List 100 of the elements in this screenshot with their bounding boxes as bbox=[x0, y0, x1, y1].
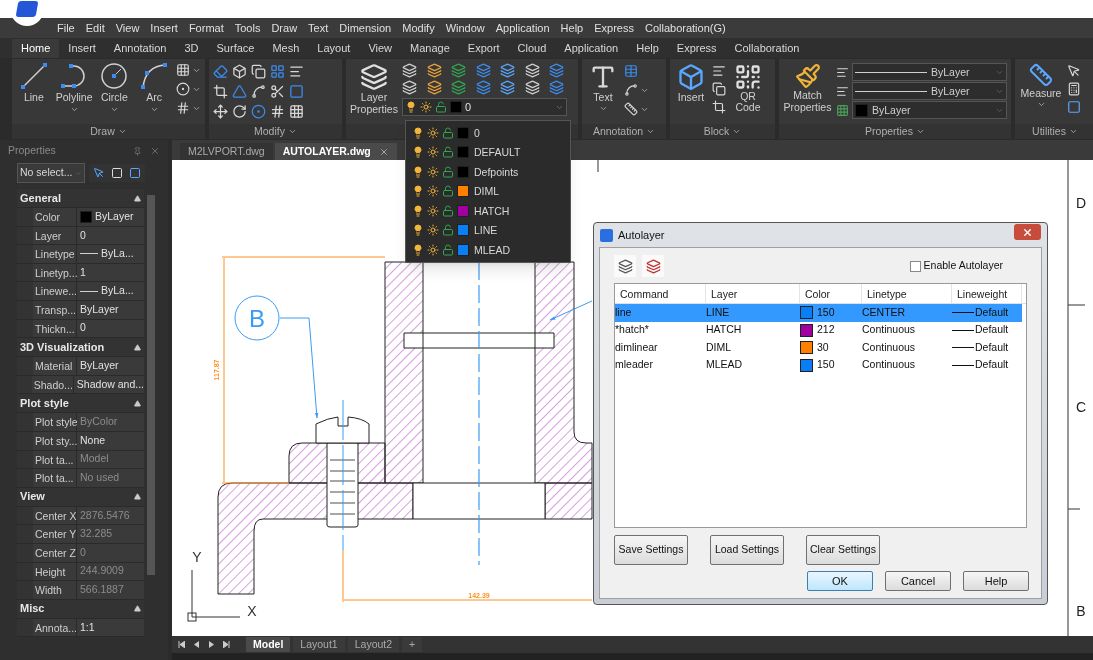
menu-item[interactable]: Application bbox=[495, 19, 550, 37]
bulb-icon[interactable] bbox=[412, 165, 424, 178]
hatch-icon[interactable] bbox=[176, 101, 190, 115]
layer-tool-icon[interactable] bbox=[451, 80, 467, 95]
draw-tool-button[interactable]: Arc bbox=[136, 61, 172, 115]
leader-icon[interactable] bbox=[624, 83, 638, 97]
menu-item[interactable]: Collaboration(G) bbox=[644, 19, 726, 37]
model-tab[interactable]: Model bbox=[246, 637, 291, 652]
square-icon[interactable] bbox=[1067, 100, 1081, 114]
column-header[interactable]: Color bbox=[800, 284, 862, 303]
next-page-icon[interactable] bbox=[208, 641, 215, 648]
select-icon[interactable] bbox=[93, 167, 105, 179]
menu-item[interactable]: Express bbox=[594, 19, 634, 37]
calculator-icon[interactable] bbox=[1067, 82, 1081, 96]
unlock-icon[interactable] bbox=[442, 126, 454, 139]
block-tool-icon[interactable] bbox=[712, 82, 726, 96]
bulb-icon[interactable] bbox=[412, 243, 424, 256]
panel-title[interactable]: Block bbox=[703, 126, 730, 137]
property-combo[interactable]: ByLayer bbox=[852, 82, 1007, 100]
menu-item[interactable]: Help bbox=[560, 19, 584, 37]
layer-option[interactable]: 0 bbox=[406, 123, 570, 143]
section-header[interactable]: Plot style bbox=[17, 394, 144, 414]
column-header[interactable]: Lineweight bbox=[952, 284, 1022, 303]
dialog-button[interactable]: Help bbox=[963, 571, 1029, 591]
first-page-icon[interactable] bbox=[178, 641, 185, 648]
crop-icon[interactable] bbox=[213, 84, 228, 99]
selection-dropdown[interactable]: No select... bbox=[17, 163, 85, 183]
measure-button[interactable]: Measure bbox=[1019, 61, 1063, 110]
menu-item[interactable]: File bbox=[57, 19, 75, 37]
ribbon-tab[interactable]: Layout bbox=[308, 39, 360, 58]
sun-icon[interactable] bbox=[427, 126, 439, 139]
settings-button[interactable]: Save Settings bbox=[614, 535, 688, 565]
add-layer-button[interactable] bbox=[614, 255, 636, 277]
layer-option[interactable]: DEFAULT bbox=[406, 142, 570, 162]
menu-item[interactable]: Window bbox=[445, 19, 485, 37]
target-icon[interactable] bbox=[251, 104, 266, 119]
menu-item[interactable]: Text bbox=[308, 19, 329, 37]
layer-option[interactable]: HATCH bbox=[406, 201, 570, 221]
menu-item[interactable]: View bbox=[115, 19, 140, 37]
move-icon[interactable] bbox=[213, 104, 228, 119]
dialog-button[interactable]: Cancel bbox=[885, 571, 951, 591]
unlock-icon[interactable] bbox=[442, 185, 454, 198]
draw-tool-button[interactable]: Polyline bbox=[55, 61, 93, 115]
copy-icon[interactable] bbox=[251, 64, 266, 79]
layer-tool-icon[interactable] bbox=[426, 80, 442, 95]
last-page-icon[interactable] bbox=[223, 641, 230, 648]
layer-tool-icon[interactable] bbox=[475, 63, 491, 78]
panel-title[interactable]: Draw bbox=[90, 126, 115, 137]
ribbon-tab[interactable]: Home bbox=[12, 39, 60, 58]
layer-tool-icon[interactable] bbox=[549, 63, 565, 78]
ribbon-tab[interactable]: Insert bbox=[59, 39, 105, 58]
menu-item[interactable]: Format bbox=[188, 19, 224, 37]
menu-item[interactable]: Draw bbox=[271, 19, 298, 37]
layer-tool-icon[interactable] bbox=[524, 63, 540, 78]
ribbon-tab[interactable]: Annotation bbox=[104, 39, 176, 58]
scrollbar[interactable] bbox=[147, 195, 155, 575]
bulb-icon[interactable] bbox=[412, 224, 424, 237]
window-select-icon[interactable] bbox=[111, 167, 123, 179]
triangle-icon[interactable] bbox=[232, 84, 247, 99]
section-header[interactable]: General bbox=[17, 189, 144, 208]
bulb-icon[interactable] bbox=[412, 126, 424, 139]
sun-icon[interactable] bbox=[427, 243, 439, 256]
close-icon[interactable] bbox=[378, 146, 389, 157]
table-row[interactable]: mleader MLEAD 150 Continuous Default bbox=[615, 356, 1022, 374]
menu-item[interactable]: Modify bbox=[402, 19, 435, 37]
layer-combo[interactable]: 0 bbox=[402, 98, 567, 116]
ribbon-tab[interactable]: View bbox=[359, 39, 402, 58]
quick-select-icon[interactable] bbox=[129, 167, 141, 179]
dot-grid-icon[interactable] bbox=[176, 63, 190, 77]
layout-tab[interactable]: Layout2 bbox=[347, 637, 400, 652]
menu-item[interactable]: Edit bbox=[85, 19, 105, 37]
layer-tool-icon[interactable] bbox=[402, 80, 417, 95]
draw-tool-button[interactable]: Line bbox=[16, 61, 52, 105]
sun-icon[interactable] bbox=[427, 224, 439, 237]
align-icon[interactable] bbox=[289, 64, 304, 79]
layer-properties-button[interactable]: Layer Properties bbox=[350, 61, 398, 115]
table-row[interactable]: dimlinear DIML 30 Continuous Default bbox=[615, 339, 1022, 357]
insert-block-button[interactable]: Insert bbox=[674, 61, 708, 105]
sun-icon[interactable] bbox=[427, 204, 439, 217]
unlock-icon[interactable] bbox=[435, 101, 447, 113]
settings-button[interactable]: Clear Settings bbox=[806, 535, 880, 565]
layer-option[interactable]: MLEAD bbox=[406, 240, 570, 260]
ribbon-tab[interactable]: Surface bbox=[207, 39, 264, 58]
layer-tool-icon[interactable] bbox=[402, 63, 417, 78]
layout-tab[interactable]: Layout1 bbox=[293, 637, 345, 652]
layer-tool-icon[interactable] bbox=[549, 80, 565, 95]
ribbon-tab[interactable]: Mesh bbox=[263, 39, 309, 58]
sun-icon[interactable] bbox=[427, 165, 439, 178]
block-tool-icon[interactable] bbox=[712, 100, 726, 114]
grid-icon[interactable] bbox=[289, 104, 304, 119]
layer-option[interactable]: Defpoints bbox=[406, 162, 570, 182]
ribbon-tab[interactable]: Manage bbox=[401, 39, 459, 58]
column-header[interactable]: Linetype bbox=[862, 284, 952, 303]
ribbon-tab[interactable]: Help bbox=[627, 39, 668, 58]
draw-tool-button[interactable]: Circle bbox=[96, 61, 133, 115]
sun-icon[interactable] bbox=[420, 101, 432, 113]
rotate-icon[interactable] bbox=[232, 104, 247, 119]
bulb-icon[interactable] bbox=[412, 204, 424, 217]
layer-tool-icon[interactable] bbox=[524, 80, 540, 95]
settings-button[interactable]: Load Settings bbox=[710, 535, 784, 565]
